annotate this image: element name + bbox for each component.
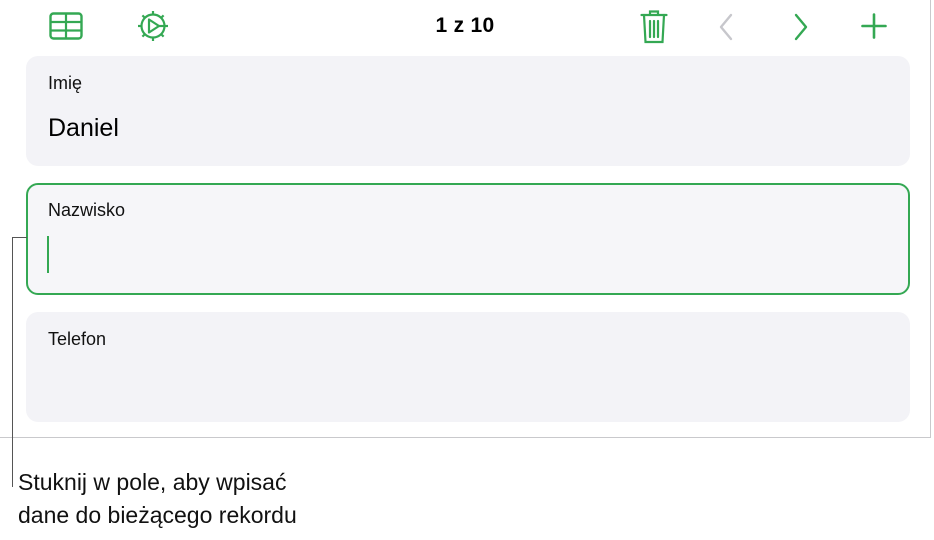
field-last-name[interactable]: Nazwisko (26, 183, 910, 295)
table-view-button[interactable] (48, 11, 84, 41)
chevron-left-icon (719, 13, 733, 41)
field-label: Imię (48, 73, 83, 93)
trash-icon (640, 10, 668, 44)
gear-icon (138, 11, 168, 41)
field-value[interactable]: Daniel (48, 114, 119, 143)
toolbar: 1 z 10 (0, 0, 931, 54)
next-record-button[interactable] (789, 12, 813, 42)
record-position-label: 1 z 10 (435, 14, 495, 37)
callout-line-1: Stuknij w pole, aby wpisać (18, 469, 287, 495)
field-phone[interactable]: Telefon (26, 312, 910, 422)
callout-text: Stuknij w pole, aby wpisać dane do bieżą… (18, 466, 438, 532)
field-label: Telefon (48, 329, 107, 349)
table-icon (49, 12, 83, 40)
callout-leader-tick (12, 237, 27, 238)
previous-record-button[interactable] (714, 12, 738, 42)
record-form-panel: 1 z 10 Imię Daniel Nazwisko Telefon (0, 0, 931, 438)
chevron-right-icon (794, 13, 808, 41)
add-record-button[interactable] (860, 12, 888, 40)
field-first-name[interactable]: Imię Daniel (26, 56, 910, 166)
delete-record-button[interactable] (638, 8, 670, 46)
text-cursor (47, 236, 49, 273)
settings-button[interactable] (135, 8, 171, 44)
callout-leader-line (12, 237, 13, 487)
plus-icon (861, 13, 887, 39)
field-label: Nazwisko (48, 200, 126, 220)
callout-line-2: dane do bieżącego rekordu (18, 502, 297, 528)
